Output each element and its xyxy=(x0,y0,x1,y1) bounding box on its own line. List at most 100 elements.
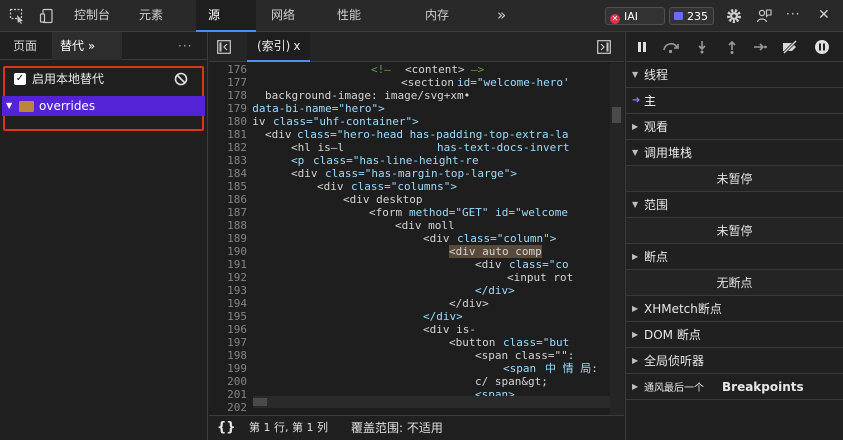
editor-pane: (索引) x 176 177 178 179 180 181 182 183 184 185 186 1… xyxy=(209,32,624,440)
debugger-sections: ▼ 线程 ➜ 主 ▶ 观看 ▼ 调用堆栈 未暂停 ▼ 范围 未暂停 ▶ 断点 无断点 ▶ XHMetch断点 ▶ D… xyxy=(626,62,843,400)
inspect-element-icon[interactable] xyxy=(6,0,28,32)
line-number: 190 xyxy=(227,245,247,258)
message-icon xyxy=(674,12,683,20)
debugger-toolbar xyxy=(626,32,843,62)
line-number: 177 xyxy=(227,76,247,89)
messages-badge[interactable]: 235 xyxy=(669,7,714,25)
file-tab-label: (索引) xyxy=(257,39,291,53)
vertical-scrollbar[interactable] xyxy=(610,63,624,415)
code-token: <form xyxy=(369,206,403,219)
tab-sources[interactable]: 源 xyxy=(196,0,256,32)
code-token: </div> xyxy=(423,310,463,323)
step-icon[interactable] xyxy=(753,41,767,56)
section-header[interactable]: ▶ 观看 xyxy=(626,114,843,140)
pretty-print-button[interactable]: {} xyxy=(217,416,236,440)
file-tab-index[interactable]: (索引) x xyxy=(247,32,311,62)
line-number: 185 xyxy=(227,180,247,193)
section-header[interactable]: ▶ DOM 断点 xyxy=(626,322,843,348)
settings-gear-icon[interactable] xyxy=(724,0,744,32)
chevron-down-icon: ▼ xyxy=(6,101,13,110)
section-header[interactable]: ▶ 断点 xyxy=(626,244,843,270)
line-number: 184 xyxy=(227,167,247,180)
pause-icon[interactable] xyxy=(636,41,648,56)
section-header[interactable]: ▶ XHMetch断点 xyxy=(626,296,843,322)
section-header[interactable]: ▶ 全局侦听器 xyxy=(626,348,843,374)
navigator-more-button[interactable]: ··· xyxy=(178,32,192,60)
code-token: <section xyxy=(401,76,454,89)
section-label: 观看 xyxy=(644,120,669,134)
chevron-down-icon: ▼ xyxy=(632,70,639,79)
section-header[interactable]: ▼ 范围 xyxy=(626,192,843,218)
section-placeholder: 未暂停 xyxy=(626,218,843,244)
horizontal-scrollbar[interactable] xyxy=(253,396,610,408)
section-label: 调用堆栈 xyxy=(644,146,693,160)
tab-performance[interactable]: 性能 xyxy=(337,0,361,32)
section-label: XHMetch断点 xyxy=(644,302,722,316)
thread-label: 主 xyxy=(644,94,657,108)
pause-on-exceptions-icon[interactable] xyxy=(814,39,830,58)
chevron-right-icon: ▶ xyxy=(632,356,639,365)
line-number: 200 xyxy=(227,375,247,388)
code-token: <button xyxy=(449,336,496,349)
section-header[interactable]: ▶ 通风最后一个 Breakpoints xyxy=(626,374,843,400)
enable-overrides-checkbox[interactable]: ✓ xyxy=(14,73,26,85)
code-token: <div xyxy=(291,167,318,180)
chevron-down-icon: ▼ xyxy=(632,148,639,157)
tab-page[interactable]: 页面 xyxy=(13,32,37,60)
close-devtools-button[interactable]: ✕ xyxy=(818,0,830,32)
line-number: 191 xyxy=(227,258,247,271)
code-token: id="welcome-hero' xyxy=(457,76,570,89)
line-number-gutter: 176 177 178 179 180 181 182 183 184 185 186 187 188 1… xyxy=(209,63,252,415)
step-into-icon[interactable] xyxy=(696,40,708,57)
tab-memory[interactable]: 内存 xyxy=(425,0,449,32)
code-token: <div auto comp xyxy=(449,245,542,258)
chevron-right-icon: ▶ xyxy=(632,330,639,339)
code-area[interactable]: <!— <content> —> <section id="welcome-hero' b… xyxy=(253,63,609,415)
errors-badge[interactable]: ✕ IAI xyxy=(605,7,665,25)
scrollbar-thumb[interactable] xyxy=(612,107,621,123)
toggle-navigator-icon[interactable] xyxy=(217,40,231,57)
section-header[interactable]: ▼ 调用堆栈 xyxy=(626,140,843,166)
code-token: </div> xyxy=(449,297,489,310)
coverage-status: 覆盖范围: 不适用 xyxy=(351,421,443,435)
devtools-toolbar: 控制台 元素 源 网络 性能 内存 » ✕ IAI 235 ··· ✕ xyxy=(0,0,843,32)
debugger-pane: ▼ 线程 ➜ 主 ▶ 观看 ▼ 调用堆栈 未暂停 ▼ 范围 未暂停 ▶ 断点 无断点 ▶ XHMetch断点 ▶ D… xyxy=(625,32,843,440)
code-token: <content> xyxy=(405,63,465,76)
line-number: 199 xyxy=(227,362,247,375)
thread-main[interactable]: ➜ 主 xyxy=(626,88,843,114)
chevron-right-icon: ▶ xyxy=(632,382,639,391)
tab-overrides[interactable]: 替代 » xyxy=(52,32,122,60)
chevron-down-icon: ▼ xyxy=(632,200,639,209)
line-number: 201 xyxy=(227,388,247,401)
enable-overrides-row[interactable]: ✓ 启用本地替代 xyxy=(6,69,202,89)
feedback-icon[interactable] xyxy=(754,0,774,32)
section-placeholder: 无断点 xyxy=(626,270,843,296)
overrides-folder-row[interactable]: ▼ overrides xyxy=(2,96,205,116)
section-header[interactable]: ▼ 线程 xyxy=(626,62,843,88)
h-scrollbar-thumb[interactable] xyxy=(253,398,267,406)
line-number: 198 xyxy=(227,349,247,362)
step-over-icon[interactable] xyxy=(662,40,680,57)
tab-elements[interactable]: 元素 xyxy=(139,0,163,32)
tab-console[interactable]: 控制台 xyxy=(74,0,110,32)
more-options-button[interactable]: ··· xyxy=(786,0,800,31)
code-token: " data-bi-name="hero"> xyxy=(253,102,385,115)
code-token: <div xyxy=(423,232,450,245)
code-token: method="GET" id="welcome xyxy=(409,206,568,219)
errors-label: IAI xyxy=(624,10,639,23)
section-label: 通风最后一个 xyxy=(644,383,704,394)
line-number: 197 xyxy=(227,336,247,349)
tab-network[interactable]: 网络 xyxy=(271,0,295,32)
toggle-debugger-icon[interactable] xyxy=(597,40,611,57)
clear-configuration-icon[interactable] xyxy=(174,72,188,92)
code-token: <div moll xyxy=(395,219,455,232)
close-tab-button[interactable]: x xyxy=(293,39,300,53)
chevron-right-icon: ▶ xyxy=(632,252,639,261)
code-token: <input rot xyxy=(507,271,574,284)
deactivate-breakpoints-icon[interactable] xyxy=(781,39,799,57)
step-out-icon[interactable] xyxy=(726,40,738,57)
line-number: 176 xyxy=(227,63,247,76)
more-tabs-button[interactable]: » xyxy=(497,0,506,32)
device-toolbar-icon[interactable] xyxy=(36,0,58,32)
line-number: 189 xyxy=(227,232,247,245)
